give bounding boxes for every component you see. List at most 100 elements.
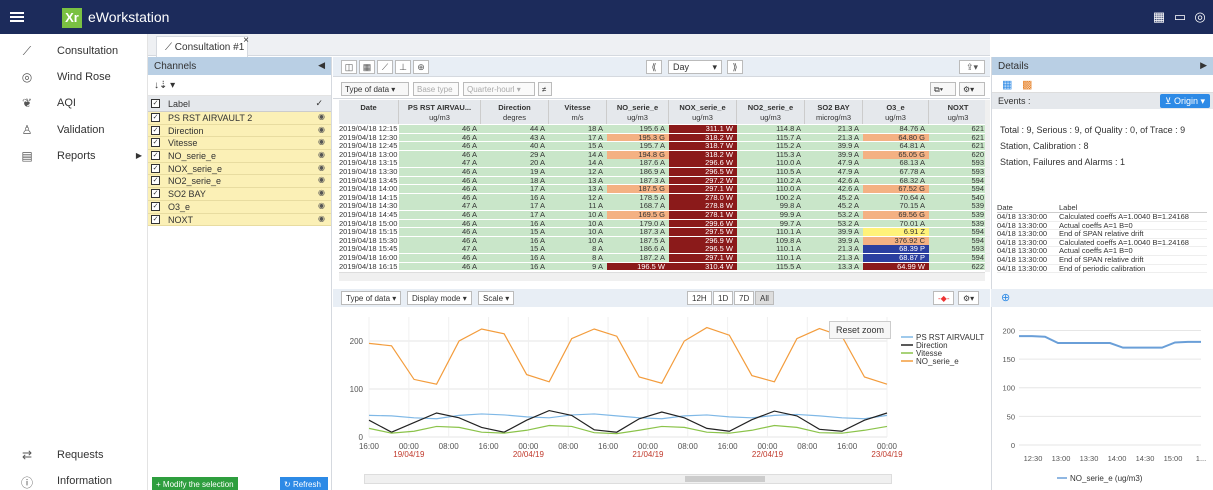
table-cell[interactable]: 187.2 A [607, 254, 669, 262]
not-equal-icon[interactable]: ≠ [538, 82, 552, 96]
table-cell[interactable]: 10 A [549, 211, 607, 219]
table-cell[interactable]: 64.80 G [863, 133, 929, 142]
nav-consultation[interactable]: ⟋ Consultation [0, 38, 148, 64]
table-cell[interactable]: 46 A [399, 236, 481, 245]
table-cell[interactable]: 70.15 A [863, 202, 929, 211]
channel-row[interactable]: ✓ NOX_serie_e ◉ [148, 162, 331, 176]
table-cell[interactable]: 47 A [399, 245, 481, 254]
channel-checkbox[interactable]: ✓ [151, 163, 160, 173]
nav-aqi[interactable]: ❦ AQI [0, 90, 148, 116]
select-all-checkbox[interactable]: ✓ [151, 99, 160, 108]
table-cell[interactable]: 21.3 A [805, 133, 863, 142]
table-cell[interactable]: 110.0 A [737, 185, 805, 194]
user-icon[interactable]: ◎ [1193, 10, 1207, 24]
table-cell[interactable]: 16 A [481, 219, 549, 228]
sort-icon[interactable]: ↓⇣ ▾ [154, 80, 175, 91]
channel-row[interactable]: ✓ Direction ◉ [148, 124, 331, 138]
table-cell[interactable]: 297.1 W [669, 185, 737, 194]
table-cell[interactable]: 15 A [549, 142, 607, 151]
table-cell[interactable]: 195.7 A [607, 142, 669, 151]
table-cell[interactable]: 10 A [549, 236, 607, 245]
table-cell[interactable]: 39.9 A [805, 142, 863, 151]
close-icon[interactable]: × [243, 35, 249, 46]
table-cell[interactable]: 20 A [481, 159, 549, 168]
eye-icon[interactable]: ◉ [318, 163, 325, 172]
base-type-select[interactable]: Base type [413, 82, 459, 96]
table-cell[interactable]: 115.2 A [737, 142, 805, 151]
table-row[interactable]: 2019/04/18 16:15 46 A 16 A9 A 196.5 W 310.4 … [339, 262, 988, 271]
table-row[interactable]: 2019/04/18 14:15 46 A 16 A 12 A 178.5 A 278.0… [339, 193, 988, 202]
table-cell[interactable]: 65.05 G [863, 150, 929, 159]
eye-icon[interactable]: ◉ [318, 188, 325, 197]
eye-icon[interactable]: ◉ [318, 150, 325, 159]
table-cell[interactable]: 46 A [399, 211, 481, 219]
scale-select[interactable]: Scale ▾ [478, 291, 515, 305]
table-cell[interactable]: 187.5 G [607, 185, 669, 194]
table-cell[interactable]: 2019/04/18 15:30 [339, 236, 399, 245]
channel-row[interactable]: ✓ NOXT ◉ [148, 213, 331, 227]
table-cell[interactable]: 46 A [399, 228, 481, 237]
eye-icon[interactable]: ◉ [318, 112, 325, 121]
scatter-icon[interactable]: ⊥ [395, 60, 411, 74]
table-cell[interactable]: 13 A [549, 185, 607, 194]
series-line[interactable] [368, 424, 888, 435]
table-cell[interactable]: 318.7 W [669, 142, 737, 151]
table-cell[interactable]: 46 A [399, 125, 481, 133]
table-cell[interactable]: 195.3 G [607, 133, 669, 142]
table-cell[interactable]: 178.5 A [607, 193, 669, 202]
table-cell[interactable]: 2019/04/18 15:00 [339, 219, 399, 228]
eye-icon[interactable]: ◉ [318, 201, 325, 210]
table-cell[interactable]: 40 A [481, 142, 549, 151]
table-cell[interactable]: 8 A [549, 254, 607, 262]
table-cell[interactable]: 39.9 A [805, 228, 863, 237]
chat-icon[interactable]: ▭ [1173, 10, 1187, 24]
table-cell[interactable]: 84.76 A [863, 125, 929, 133]
table-cell[interactable]: 42.6 A [805, 185, 863, 194]
table-cell[interactable]: 16 A [481, 262, 549, 271]
table-cell[interactable]: 46 A [399, 262, 481, 271]
table-cell[interactable]: 187.5 A [607, 236, 669, 245]
table-cell[interactable]: 16 A [481, 236, 549, 245]
table-cell[interactable]: 13.3 A [805, 262, 863, 271]
table-cell[interactable]: 29 A [481, 150, 549, 159]
grid-apps-icon[interactable]: ▦ [1152, 10, 1166, 24]
table-cell[interactable]: 9 A [549, 262, 607, 271]
range-7d-button[interactable]: 7D [734, 291, 755, 305]
table-cell[interactable]: 115.7 A [737, 133, 805, 142]
table-cell[interactable]: 593 [929, 159, 988, 168]
table-cell[interactable]: 11 A [549, 202, 607, 211]
table-row[interactable]: 2019/04/18 15:00 46 A 16 A 10 A 179.0 A 299.6… [339, 219, 988, 228]
eye-icon[interactable]: ◉ [318, 137, 325, 146]
table-cell[interactable]: 2019/04/18 15:45 [339, 245, 399, 254]
table-cell[interactable]: 187.3 A [607, 228, 669, 237]
table-cell[interactable]: 2019/04/18 14:00 [339, 185, 399, 194]
table-cell[interactable]: 16 A [481, 254, 549, 262]
table-cell[interactable]: 17 A [481, 185, 549, 194]
table-cell[interactable]: 621 [929, 133, 988, 142]
eye-icon[interactable]: ◉ [318, 125, 325, 134]
table-cell[interactable]: 46 A [399, 176, 481, 185]
table-cell[interactable]: 169.5 G [607, 211, 669, 219]
table-cell[interactable]: 186.6 A [607, 245, 669, 254]
table-cell[interactable]: 318.2 W [669, 133, 737, 142]
table-tab-icon[interactable]: ▦ [1002, 78, 1012, 91]
eye-icon[interactable]: ◉ [318, 214, 325, 223]
modify-selection-button[interactable]: + Modify the selection [152, 477, 238, 490]
table-row[interactable]: 2019/04/18 12:30 46 A 43 A 17 A 195.3 G 318.2… [339, 133, 988, 142]
table-cell[interactable]: 47 A [399, 202, 481, 211]
table-cell[interactable]: 310.4 W [669, 262, 737, 271]
table-cell[interactable]: 47.9 A [805, 168, 863, 176]
table-cell[interactable]: 278.1 W [669, 211, 737, 219]
series-line[interactable] [368, 326, 888, 385]
table-cell[interactable]: 115.3 A [737, 150, 805, 159]
table-cell[interactable]: 196.5 W [607, 262, 669, 271]
table-cell[interactable]: 14 A [549, 150, 607, 159]
prev-period-icon[interactable]: ⟪ [646, 60, 662, 74]
channel-checkbox[interactable]: ✓ [151, 214, 160, 224]
reset-zoom-button[interactable]: Reset zoom [829, 321, 892, 339]
table-cell[interactable]: 68.13 A [863, 159, 929, 168]
table-cell[interactable]: 296.6 W [669, 159, 737, 168]
table-cell[interactable]: 2019/04/18 13:15 [339, 159, 399, 168]
table-cell[interactable]: 2019/04/18 13:00 [339, 150, 399, 159]
table-cell[interactable]: 47.9 A [805, 159, 863, 168]
